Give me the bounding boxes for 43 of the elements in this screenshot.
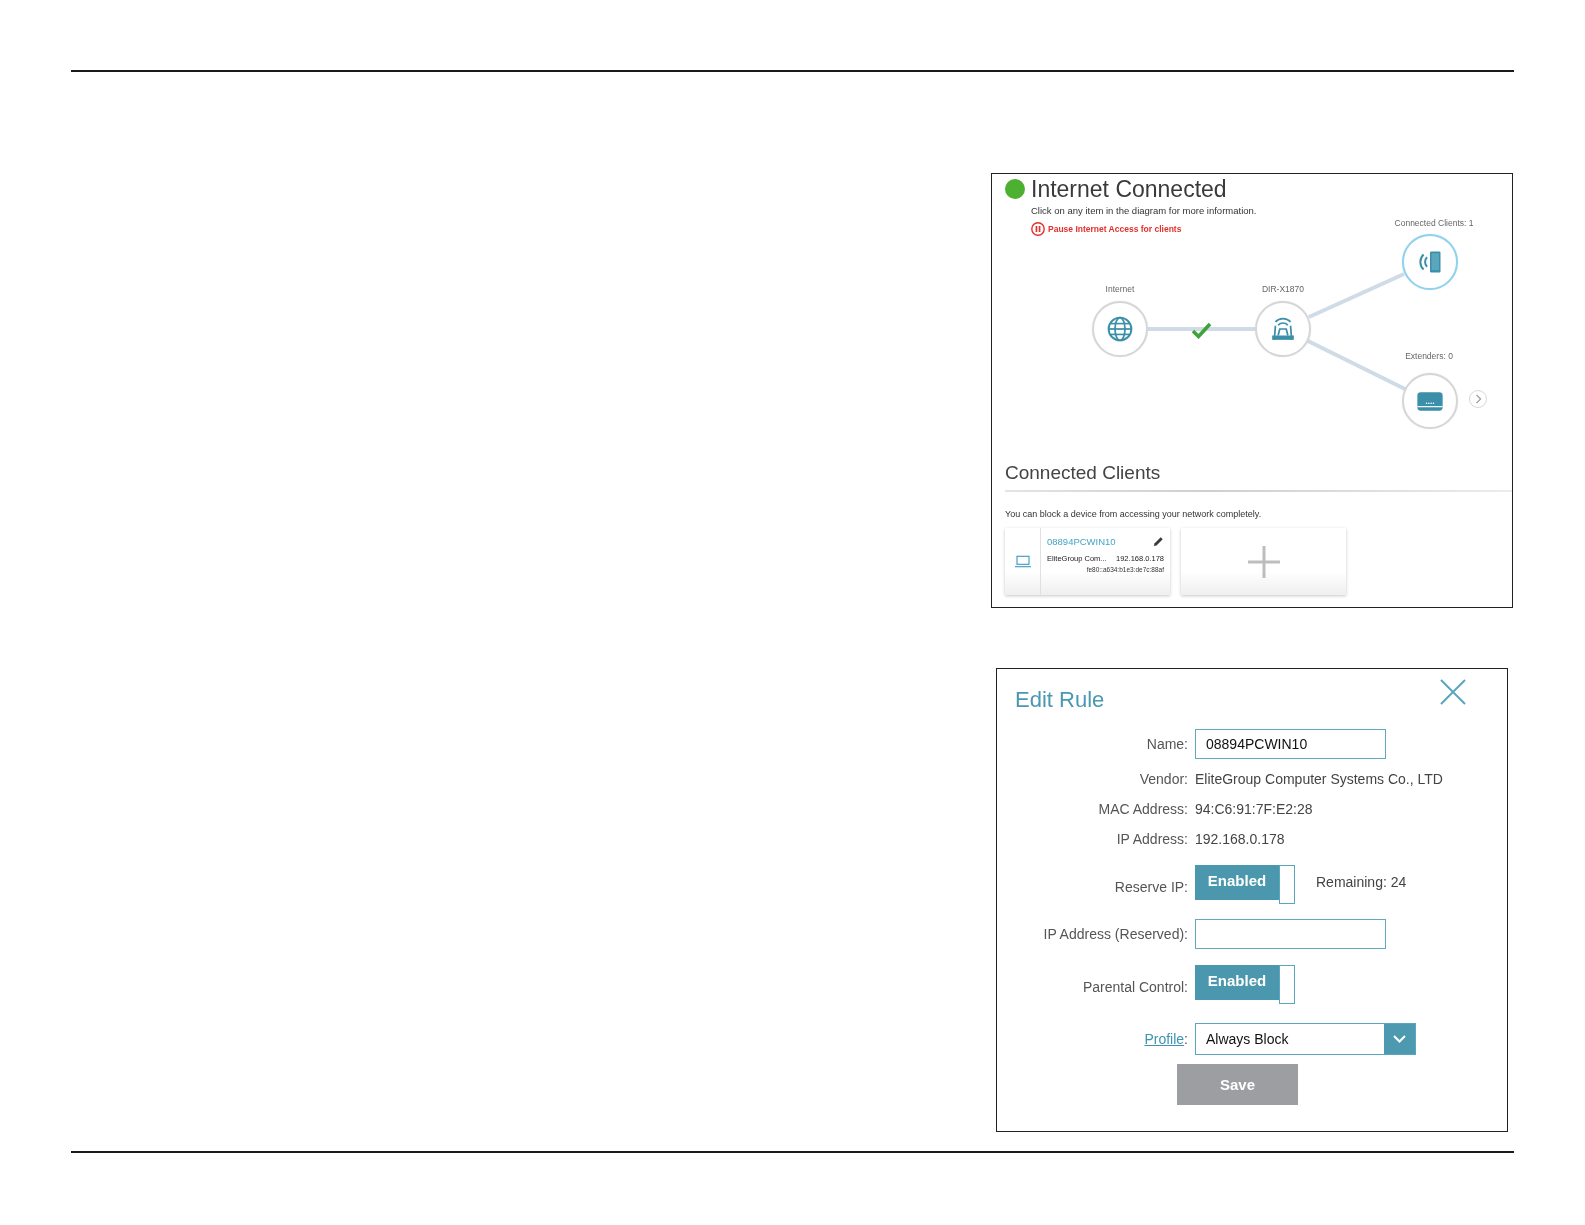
close-button[interactable] <box>1440 679 1466 705</box>
clients-node[interactable] <box>1402 234 1458 290</box>
field-label: MAC Address: <box>1098 801 1188 817</box>
remaining-count: Remaining: 24 <box>1316 874 1407 890</box>
dialog-title: Edit Rule <box>1015 687 1105 713</box>
field-label: Vendor: <box>1139 771 1188 787</box>
text-input[interactable] <box>1195 919 1386 949</box>
field-label: IP Address: <box>1116 831 1188 847</box>
router-node[interactable] <box>1255 301 1311 357</box>
plus-icon <box>1247 545 1280 578</box>
text-input[interactable]: 08894PCWIN10 <box>1195 729 1386 759</box>
pause-link[interactable]: Pause Internet Access for clients <box>1031 222 1182 236</box>
next-button[interactable] <box>1469 390 1487 408</box>
field-label: Parental Control: <box>1082 978 1188 995</box>
globe-icon <box>1107 316 1133 342</box>
router-icon <box>1270 316 1296 342</box>
node-label: Internet <box>1105 283 1135 295</box>
laptop-icon <box>1014 555 1031 568</box>
note-text: You can block a device from accessing your network completely. <box>1005 508 1262 520</box>
save-button[interactable]: Save <box>1177 1064 1298 1105</box>
pencil-icon[interactable] <box>1153 536 1164 547</box>
status-title: Internet Connected <box>1031 177 1227 201</box>
field-value: EliteGroup Computer Systems Co., LTD <box>1195 771 1443 787</box>
internet-node[interactable] <box>1092 301 1148 357</box>
client-name: 08894PCWIN10 <box>1047 536 1116 547</box>
field-label: Profile: <box>1144 1031 1188 1047</box>
dropdown-icon <box>1384 1024 1415 1054</box>
chevron-right-icon <box>1474 394 1482 404</box>
node-label: Connected Clients: 1 <box>1394 217 1474 229</box>
section-title: Connected Clients <box>1005 462 1161 484</box>
extenders-node[interactable] <box>1402 373 1458 429</box>
field-label: IP Address (Reserved): <box>1043 926 1188 942</box>
extender-icon <box>1416 389 1444 413</box>
field-label: Reserve IP: <box>1114 878 1188 895</box>
field-label: Name: <box>1146 736 1188 752</box>
field-value: 192.168.0.178 <box>1195 831 1285 847</box>
dropdown-select[interactable]: Always Block <box>1195 1023 1416 1055</box>
node-label: Extenders: 0 <box>1405 350 1453 362</box>
field-value: 94:C6:91:7F:E2:28 <box>1195 801 1313 817</box>
hint-text: Click on any item in the diagram for more information. <box>1031 205 1257 217</box>
node-label: DIR-X1870 <box>1261 283 1305 295</box>
close-icon <box>1440 679 1466 705</box>
pause-icon <box>1031 222 1045 236</box>
